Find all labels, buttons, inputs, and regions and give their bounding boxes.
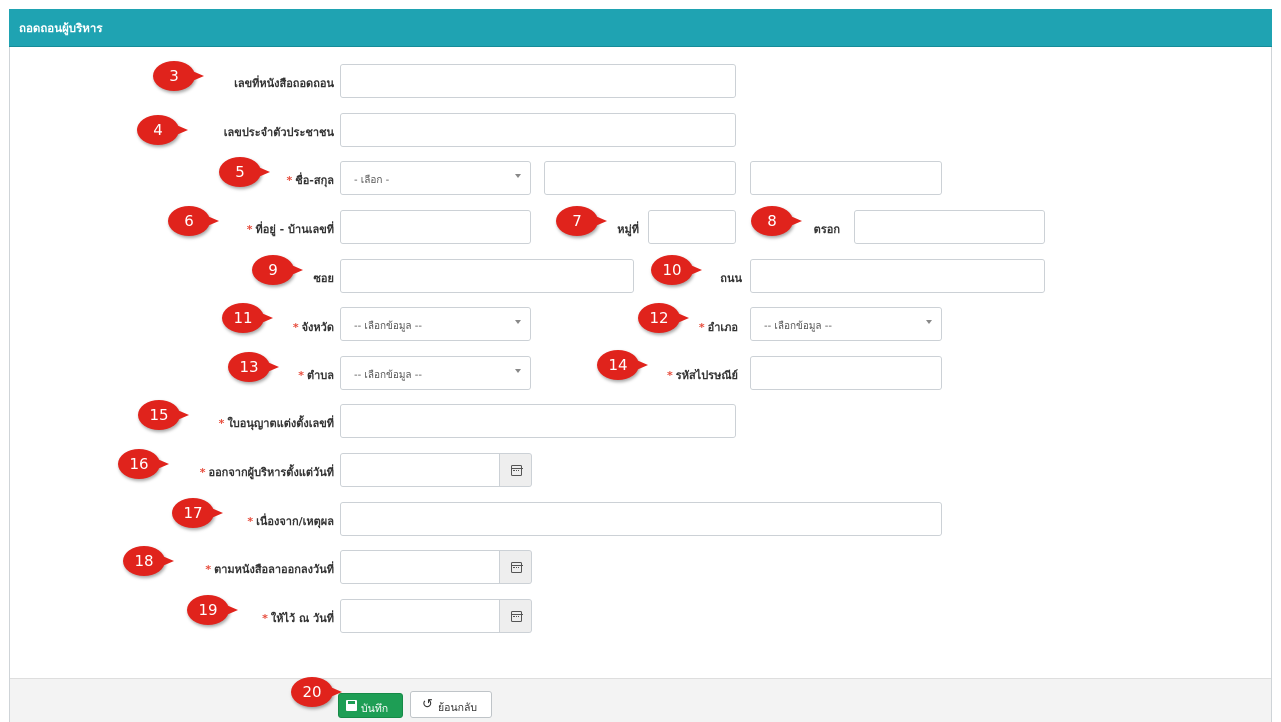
chevron-down-icon (515, 174, 521, 178)
resign-letter-date-input[interactable] (340, 550, 500, 584)
annotation-badge: 20 (291, 677, 342, 707)
reason-input[interactable] (340, 502, 942, 536)
annotation-badge: 12 (638, 303, 689, 333)
citizen-id-label: เลขประจำตัวประชาชน (223, 126, 334, 139)
annotation-badge: 11 (222, 303, 273, 333)
annotation-badge: 9 (252, 255, 303, 285)
postcode-input[interactable] (750, 356, 942, 390)
moo-label: หมู่ที่ (617, 223, 639, 236)
annotation-badge: 19 (187, 595, 238, 625)
annotation-badge: 10 (651, 255, 702, 285)
reason-label: * เนื่องจาก/เหตุผล (247, 515, 334, 528)
district-value: -- เลือกข้อมูล -- (764, 321, 832, 332)
annotation-badge: 6 (168, 206, 219, 236)
floppy-disk-icon (346, 700, 357, 711)
house-no-input[interactable] (340, 210, 531, 244)
chevron-down-icon (515, 320, 521, 324)
name-label: * ชื่อ-สกุล (286, 174, 334, 187)
exit-date-picker-button[interactable] (500, 453, 532, 487)
undo-icon: ↺ (422, 696, 433, 711)
annotation-badge: 14 (597, 350, 648, 380)
last-name-input[interactable] (750, 161, 942, 195)
annotation-badge: 13 (228, 352, 279, 382)
trok-label: ตรอก (813, 223, 840, 236)
effective-date-picker-button[interactable] (500, 599, 532, 633)
annotation-badge: 5 (219, 157, 270, 187)
calendar-icon (510, 611, 523, 622)
district-select[interactable]: -- เลือกข้อมูล -- (750, 307, 942, 341)
province-label: * จังหวัด (292, 321, 334, 334)
save-button-label: บันทึก (361, 703, 389, 715)
annotation-badge: 7 (556, 206, 607, 236)
name-prefix-value: - เลือก - (354, 175, 390, 186)
postcode-label: * รหัสไปรษณีย์ (667, 369, 738, 382)
exit-date-input[interactable] (340, 453, 500, 487)
road-label: ถนน (720, 272, 742, 285)
chevron-down-icon (926, 320, 932, 324)
soi-label: ซอย (313, 272, 334, 285)
annotation-badge: 4 (137, 115, 188, 145)
annotation-badge: 3 (153, 61, 204, 91)
back-button-label: ย้อนกลับ (438, 702, 478, 714)
page-title: ถอดถอนผู้บริหาร (19, 21, 103, 35)
house-no-label: * ที่อยู่ - บ้านเลขที่ (246, 223, 334, 236)
subdistrict-value: -- เลือกข้อมูล -- (354, 370, 422, 381)
doc-no-input[interactable] (340, 64, 736, 98)
license-no-input[interactable] (340, 404, 736, 438)
resign-letter-date-picker-button[interactable] (500, 550, 532, 584)
save-button[interactable]: บันทึก (338, 693, 403, 718)
calendar-icon (510, 465, 523, 476)
first-name-input[interactable] (544, 161, 736, 195)
chevron-down-icon (515, 369, 521, 373)
province-select[interactable]: -- เลือกข้อมูล -- (340, 307, 531, 341)
annotation-badge: 17 (172, 498, 223, 528)
calendar-icon (510, 562, 523, 573)
annotation-badge: 18 (123, 546, 174, 576)
subdistrict-select[interactable]: -- เลือกข้อมูล -- (340, 356, 531, 390)
license-no-label: * ใบอนุญาตแต่งตั้งเลขที่ (218, 417, 334, 430)
annotation-badge: 8 (751, 206, 802, 236)
subdistrict-label: * ตำบล (298, 369, 334, 382)
soi-input[interactable] (340, 259, 634, 293)
back-button[interactable]: ↺ ย้อนกลับ (410, 691, 492, 718)
resign-letter-date-label: * ตามหนังสือลาออกลงวันที่ (205, 563, 334, 576)
form-footer (10, 678, 1271, 722)
trok-input[interactable] (854, 210, 1045, 244)
annotation-badge: 16 (118, 449, 169, 479)
exit-date-label: * ออกจากผู้บริหารตั้งแต่วันที่ (199, 466, 334, 479)
district-label: * อำเภอ (698, 321, 738, 334)
road-input[interactable] (750, 259, 1045, 293)
province-value: -- เลือกข้อมูล -- (354, 321, 422, 332)
effective-date-input[interactable] (340, 599, 500, 633)
annotation-badge: 15 (138, 400, 189, 430)
doc-no-label: เลขที่หนังสือถอดถอน (234, 77, 334, 90)
moo-input[interactable] (648, 210, 736, 244)
effective-date-label: * ให้ไว้ ณ วันที่ (262, 612, 334, 625)
citizen-id-input[interactable] (340, 113, 736, 147)
name-prefix-select[interactable]: - เลือก - (340, 161, 531, 195)
panel-header: ถอดถอนผู้บริหาร (9, 9, 1272, 47)
